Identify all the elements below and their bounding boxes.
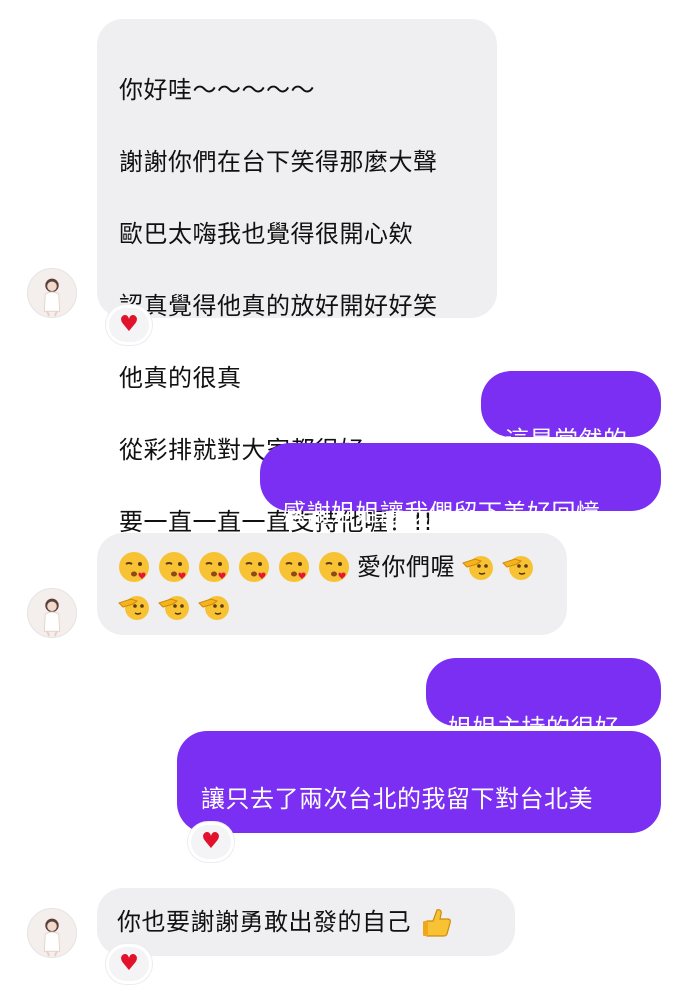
face-blowing-kiss-emoji xyxy=(197,550,231,584)
emoji-line xyxy=(117,586,549,626)
saluting-face-emoji xyxy=(157,590,191,624)
message-line: 認真覺得他真的放好開好好笑 xyxy=(119,292,438,320)
heart-reaction[interactable]: ♥ xyxy=(106,944,152,984)
incoming-message-bubble[interactable]: 你也要謝謝勇敢出發的自己 xyxy=(97,888,515,956)
thumbs-up-emoji xyxy=(419,905,453,939)
incoming-message-bubble[interactable]: 愛你們喔 xyxy=(97,533,567,635)
incoming-message-bubble[interactable]: 你好哇～～～～～ 謝謝你們在台下笑得那麼大聲 歐巴太嗨我也覺得很開心欸 認真覺得… xyxy=(97,19,497,536)
sender-avatar[interactable] xyxy=(27,908,77,958)
face-blowing-kiss-emoji xyxy=(317,550,351,584)
heart-icon: ♥ xyxy=(119,312,139,337)
saluting-face-emoji xyxy=(461,550,495,584)
heart-icon: ♥ xyxy=(119,951,139,976)
message-line: 歐巴太嗨我也覺得很開心欸 xyxy=(119,220,413,248)
heart-reaction[interactable]: ♥ xyxy=(188,822,234,862)
message-text: 你也要謝謝勇敢出發的自己 xyxy=(117,908,411,936)
message-line: 好回憶 xyxy=(201,857,275,885)
heart-reaction[interactable]: ♥ xyxy=(106,305,152,345)
message-line: 他真的很真 xyxy=(119,364,242,392)
chat-thread: 你好哇～～～～～ 謝謝你們在台下笑得那麼大聲 歐巴太嗨我也覺得很開心欸 認真覺得… xyxy=(0,0,675,991)
sender-avatar[interactable] xyxy=(27,268,77,318)
outgoing-message-bubble[interactable]: 讓只去了兩次台北的我留下對台北美 好回憶 xyxy=(177,731,661,885)
saluting-face-emoji xyxy=(501,550,535,584)
saluting-face-emoji xyxy=(117,590,151,624)
heart-icon: ♥ xyxy=(201,829,221,854)
outgoing-message-bubble[interactable]: 感謝姐姐讓我們留下美好回憶 xyxy=(260,443,661,527)
face-blowing-kiss-emoji xyxy=(277,550,311,584)
message-text: 感謝姐姐讓我們留下美好回憶 xyxy=(282,499,601,527)
face-blowing-kiss-emoji xyxy=(117,550,151,584)
face-blowing-kiss-emoji xyxy=(237,550,271,584)
outgoing-message-bubble[interactable]: 這是當然的 xyxy=(481,371,661,454)
message-line: 讓只去了兩次台北的我留下對台北美 xyxy=(201,785,593,813)
emoji-line: 愛你們喔 xyxy=(117,546,549,586)
saluting-face-emoji xyxy=(197,590,231,624)
message-line: 你好哇～～～～～ xyxy=(119,76,315,104)
face-blowing-kiss-emoji xyxy=(157,550,191,584)
message-text: 愛你們喔 xyxy=(357,553,455,581)
message-line: 謝謝你們在台下笑得那麼大聲 xyxy=(119,148,438,176)
outgoing-message-bubble[interactable]: 姐姐主持的很好 xyxy=(426,658,661,742)
sender-avatar[interactable] xyxy=(27,588,77,638)
